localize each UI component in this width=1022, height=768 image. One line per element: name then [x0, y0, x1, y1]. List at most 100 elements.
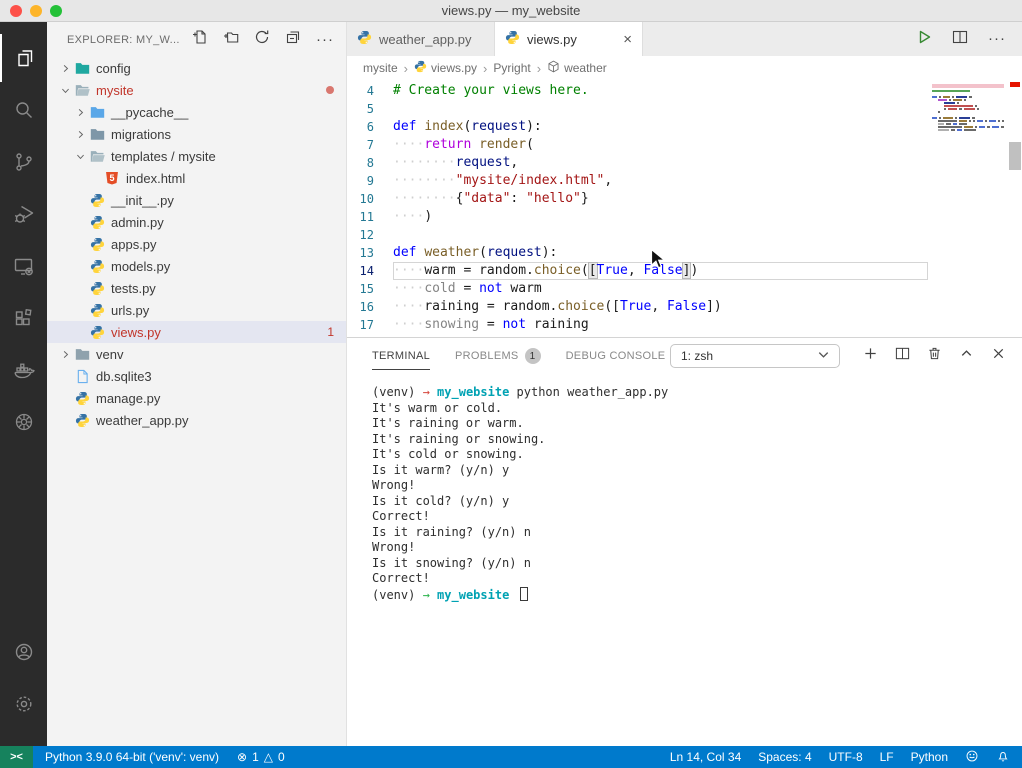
minimap-line — [932, 99, 1006, 101]
activity-run-and-debug-icon[interactable] — [0, 190, 47, 238]
minimap[interactable] — [932, 84, 1006, 135]
tree-item--init-py[interactable]: __init__.py — [47, 189, 346, 211]
status-eol[interactable]: LF — [880, 750, 894, 764]
zoom-window-button[interactable] — [50, 5, 62, 17]
kill-terminal-icon[interactable] — [927, 346, 942, 366]
activity-source-control-icon[interactable] — [0, 138, 47, 186]
terminal-output[interactable]: (venv) → my_website python weather_app.p… — [347, 373, 1022, 746]
tree-item-weather-app-py[interactable]: weather_app.py — [47, 409, 346, 431]
close-window-button[interactable] — [10, 5, 22, 17]
tree-item-label: apps.py — [111, 237, 157, 252]
remote-indicator[interactable]: >< — [0, 746, 33, 768]
tab-views-py[interactable]: views.py× — [495, 22, 643, 56]
activity-search-icon[interactable] — [0, 86, 47, 134]
tree-item-views-py[interactable]: views.py1 — [47, 321, 346, 343]
activity-settings-icon[interactable] — [0, 680, 47, 728]
status-left: Python 3.9.0 64-bit ('venv': venv) ⊗ 1 △… — [33, 750, 285, 764]
code-text — [393, 100, 928, 118]
editor-run-icon[interactable] — [916, 29, 932, 50]
tree-item-index-html[interactable]: 5index.html — [47, 167, 346, 189]
scrollbar-thumb[interactable] — [1009, 142, 1021, 170]
tree-item-config[interactable]: config — [47, 57, 346, 79]
explorer-collapse-all-icon[interactable] — [285, 29, 301, 50]
activity-explorer-icon[interactable] — [0, 34, 47, 82]
panel-tab-terminal[interactable]: TERMINAL — [372, 341, 430, 370]
code-line: 15····cold = not warm — [347, 280, 1022, 298]
terminal-select[interactable]: 1: zsh — [670, 344, 840, 368]
status-indentation[interactable]: Spaces: 4 — [758, 750, 811, 764]
panel-tabs: TERMINAL PROBLEMS1 DEBUG CONSOLE — [372, 339, 665, 372]
split-terminal-icon[interactable] — [895, 346, 910, 366]
minimap-line — [932, 111, 1006, 113]
tab-weather-app-py[interactable]: weather_app.py — [347, 22, 495, 56]
activity-remote-explorer-icon[interactable] — [0, 242, 47, 290]
tree-item-tests-py[interactable]: tests.py — [47, 277, 346, 299]
notifications-bell-icon[interactable] — [996, 749, 1010, 766]
tree-item-models-py[interactable]: models.py — [47, 255, 346, 277]
close-tab-icon[interactable]: × — [623, 31, 632, 48]
tree-item-venv[interactable]: venv — [47, 343, 346, 365]
activity-accounts-icon[interactable] — [0, 628, 47, 676]
python-icon — [505, 30, 520, 48]
tree-item-migrations[interactable]: migrations — [47, 123, 346, 145]
terminal-line: Is it snowing? (y/n) n — [372, 556, 1022, 572]
breadcrumb-item-mysite[interactable]: mysite — [363, 61, 398, 75]
tree-item-label: db.sqlite3 — [96, 369, 152, 384]
tree-item-templates-mysite[interactable]: templates / mysite — [47, 145, 346, 167]
explorer-new-folder-icon[interactable] — [223, 29, 239, 50]
activity-circular-extension-icon[interactable] — [0, 398, 47, 446]
explorer-more-icon[interactable]: ··· — [316, 31, 334, 49]
activity-extensions-icon[interactable] — [0, 294, 47, 342]
code-editor[interactable]: 4# Create your views here.56def index(re… — [347, 80, 1022, 337]
python-icon — [88, 281, 106, 296]
panel-tab-debug-console[interactable]: DEBUG CONSOLE — [566, 341, 666, 370]
code-line: 17····snowing = not raining — [347, 316, 1022, 334]
breadcrumb-item-views-py[interactable]: views.py — [414, 60, 477, 76]
minimize-window-button[interactable] — [30, 5, 42, 17]
tree-item-mysite[interactable]: mysite — [47, 79, 346, 101]
chevron-spacer — [72, 280, 88, 296]
new-terminal-icon[interactable] — [863, 346, 878, 366]
file-tree: configmysite__pycache__migrationstemplat… — [47, 57, 346, 431]
terminal-line: It's cold or snowing. — [372, 447, 1022, 463]
explorer-title: EXPLORER: MY_W... — [67, 34, 180, 46]
status-language-mode[interactable]: Python — [911, 750, 948, 764]
line-number: 16 — [347, 298, 393, 316]
tree-item-admin-py[interactable]: admin.py — [47, 211, 346, 233]
line-number: 18 — [347, 334, 393, 337]
chevron-spacer — [87, 170, 103, 186]
python-interpreter[interactable]: Python 3.9.0 64-bit ('venv': venv) — [45, 750, 219, 764]
tree-item-db-sqlite3[interactable]: db.sqlite3 — [47, 365, 346, 387]
maximize-panel-icon[interactable] — [959, 346, 974, 366]
problems-summary[interactable]: ⊗ 1 △ 0 — [237, 750, 285, 764]
line-number: 11 — [347, 208, 393, 226]
tree-item-manage-py[interactable]: manage.py — [47, 387, 346, 409]
folder-migrations-icon — [88, 128, 106, 141]
close-panel-icon[interactable] — [991, 346, 1006, 366]
panel-tab-problems[interactable]: PROBLEMS1 — [455, 339, 541, 372]
activity-docker-icon[interactable] — [0, 346, 47, 394]
explorer-new-file-icon[interactable] — [192, 29, 208, 50]
tree-item-apps-py[interactable]: apps.py — [47, 233, 346, 255]
folder-open-icon — [73, 84, 91, 97]
tree-item--pycache-[interactable]: __pycache__ — [47, 101, 346, 123]
breadcrumb-item-pyright[interactable]: Pyright — [493, 61, 530, 75]
errors-count: 1 — [252, 750, 259, 764]
minimap-line — [932, 129, 1006, 131]
editor-scrollbar[interactable] — [1008, 80, 1022, 337]
explorer-refresh-icon[interactable] — [254, 29, 270, 50]
minimap-line — [932, 105, 1006, 107]
editor-split-editor-icon[interactable] — [952, 29, 968, 50]
status-cursor-position[interactable]: Ln 14, Col 34 — [670, 750, 741, 764]
breadcrumb-item-weather[interactable]: weather — [547, 60, 607, 76]
editor-more-icon[interactable]: ··· — [988, 30, 1006, 48]
feedback-icon[interactable] — [965, 749, 979, 766]
tree-item-label: weather_app.py — [96, 413, 189, 428]
line-number: 8 — [347, 154, 393, 172]
chevron-down-icon — [72, 148, 88, 164]
tree-item-urls-py[interactable]: urls.py — [47, 299, 346, 321]
status-encoding[interactable]: UTF-8 — [829, 750, 863, 764]
line-number: 14 — [347, 262, 393, 280]
chevron-spacer — [57, 390, 73, 406]
folder-config-icon — [73, 62, 91, 75]
